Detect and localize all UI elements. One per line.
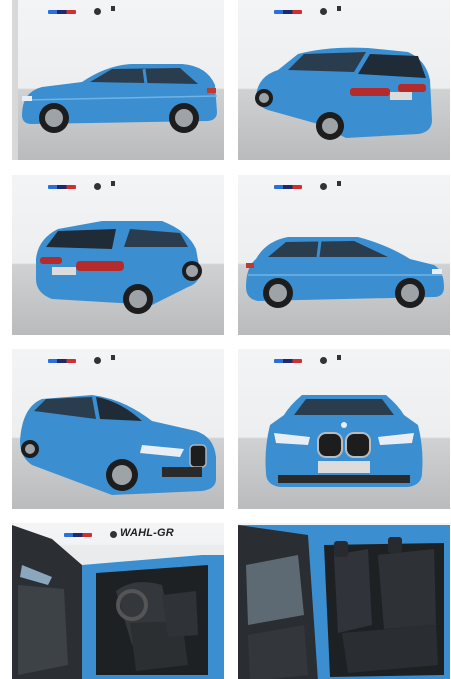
photo-tile-car-rear-three-quarter-right[interactable] (12, 175, 224, 335)
photo-tile-interior-front-seats[interactable]: WAHL-GR (12, 523, 224, 679)
car-illustration (20, 395, 216, 495)
car-illustration (265, 395, 423, 487)
photo-tile-car-rear-three-quarter-left[interactable] (238, 0, 450, 160)
car-illustration (238, 525, 450, 679)
car-illustration (12, 525, 224, 679)
photo-tile-car-side-left[interactable] (12, 0, 224, 160)
car-illustration (12, 0, 218, 160)
car-illustration (36, 221, 202, 314)
photo-grid: WAHL-GR (0, 0, 451, 679)
car-illustration (246, 237, 444, 308)
photo-tile-car-side-right[interactable] (238, 175, 450, 335)
photo-tile-interior-rear-seats[interactable] (238, 523, 450, 679)
photo-tile-car-front-three-quarter-right[interactable] (12, 349, 224, 509)
car-illustration (255, 47, 432, 140)
photo-tile-car-front[interactable] (238, 349, 450, 509)
